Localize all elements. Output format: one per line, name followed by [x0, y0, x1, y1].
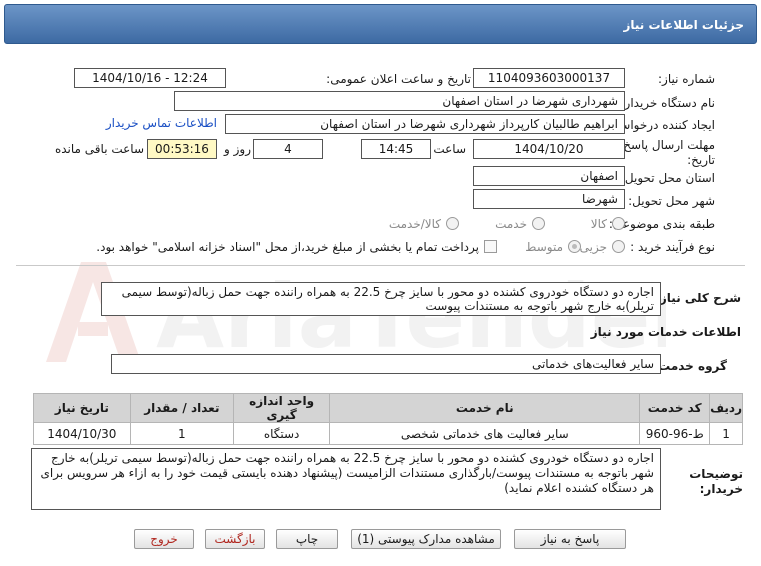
process-option-medium: متوسط: [525, 240, 563, 254]
remaining-time-field: 00:53:16: [147, 139, 217, 159]
process-label: نوع فرآیند خرید :: [630, 240, 715, 254]
announce-label: تاریخ و ساعت اعلان عمومی:: [326, 72, 471, 86]
cell-qty: 1: [129, 422, 234, 445]
divider: [16, 265, 745, 266]
service-group-label: گروه خدمت:: [653, 359, 727, 373]
watermark-text: AriaTender.net: [156, 265, 666, 368]
deadline-days-field: 4: [253, 139, 323, 159]
col-row: ردیف: [709, 393, 743, 423]
need-number-field: 1104093603000137: [473, 68, 625, 88]
cell-name: سایر فعالیت های خدماتی شخصی: [329, 422, 641, 445]
deadline-label-line2: تاریخ:: [687, 153, 715, 167]
service-group-field: سایر فعالیت‌های خدماتی: [111, 354, 661, 374]
summary-label: شرح کلی نیاز:: [655, 291, 741, 305]
process-radio-medium[interactable]: [568, 240, 581, 253]
buyer-notes-label-line2: خریدار:: [699, 482, 743, 496]
buyer-contact-link[interactable]: اطلاعات تماس خریدار: [106, 116, 217, 130]
category-option-goods-service: کالا/خدمت: [388, 217, 441, 231]
summary-text-box: اجاره دو دستگاه خودروی کشنده دو محور با …: [101, 282, 661, 316]
need-number-label: شماره نیاز:: [658, 72, 715, 86]
col-qty: تعداد / مقدار: [129, 393, 234, 423]
buyer-notes-label-line1: توضیحات: [689, 467, 743, 481]
table-header-row: ردیف کد خدمت نام خدمت واحد اندازه گیری ت…: [33, 393, 743, 423]
days-label: روز و: [224, 142, 251, 156]
process-option-minor: جزیی: [579, 240, 607, 254]
exit-button[interactable]: خروج: [134, 529, 194, 549]
col-name: نام خدمت: [329, 393, 641, 423]
province-field: اصفهان: [473, 166, 625, 186]
treasury-payment-text: پرداخت تمام یا بخشی از مبلغ خرید،از محل …: [96, 240, 479, 254]
cell-unit: دستگاه: [232, 422, 331, 445]
print-button[interactable]: چاپ: [276, 529, 338, 549]
deadline-time-field: 14:45: [361, 139, 431, 159]
table-row: 1 ط-96-960 سایر فعالیت های خدماتی شخصی د…: [33, 422, 743, 445]
announce-field: 1404/10/16 - 12:24: [74, 68, 226, 88]
header-bar: جزئیات اطلاعات نیاز: [4, 4, 757, 44]
province-label: استان محل تحویل:: [620, 171, 715, 185]
category-radio-service[interactable]: [532, 217, 545, 230]
col-code: کد خدمت: [639, 393, 711, 423]
page-title: جزئیات اطلاعات نیاز: [623, 18, 744, 32]
back-button[interactable]: بازگشت: [205, 529, 265, 549]
cell-row: 1: [709, 422, 743, 445]
process-radio-minor[interactable]: [612, 240, 625, 253]
category-option-goods: کالا: [590, 217, 607, 231]
category-radio-goods[interactable]: [612, 217, 625, 230]
category-radio-goods-service[interactable]: [446, 217, 459, 230]
deadline-date-field: 1404/10/20: [473, 139, 625, 159]
city-label: شهر محل تحویل:: [628, 194, 715, 208]
buyer-notes-box: اجاره دو دستگاه خودروی کشنده دو محور با …: [31, 448, 661, 510]
treasury-checkbox[interactable]: [484, 240, 497, 253]
buyer-org-field: شهرداری شهرضا در استان اصفهان: [174, 91, 625, 111]
buyer-org-label: نام دستگاه خریدار:: [620, 96, 716, 110]
services-section-title: اطلاعات خدمات مورد نیاز: [590, 325, 741, 339]
requester-field: ابراهیم طالبیان کارپرداز شهرداری شهرضا د…: [225, 114, 625, 134]
cell-code: ط-96-960: [639, 422, 711, 445]
services-table: ردیف کد خدمت نام خدمت واحد اندازه گیری ت…: [33, 393, 743, 445]
city-field: شهرضا: [473, 189, 625, 209]
category-option-service: خدمت: [495, 217, 527, 231]
remaining-label: ساعت باقی مانده: [54, 142, 144, 156]
reply-button[interactable]: پاسخ به نیاز: [514, 529, 626, 549]
col-date: تاریخ نیاز: [33, 393, 131, 423]
view-attachments-button[interactable]: مشاهده مدارک پیوستی (1): [351, 529, 501, 549]
cell-date: 1404/10/30: [33, 422, 131, 445]
deadline-time-label: ساعت: [433, 142, 466, 156]
col-unit: واحد اندازه گیری: [232, 393, 331, 423]
